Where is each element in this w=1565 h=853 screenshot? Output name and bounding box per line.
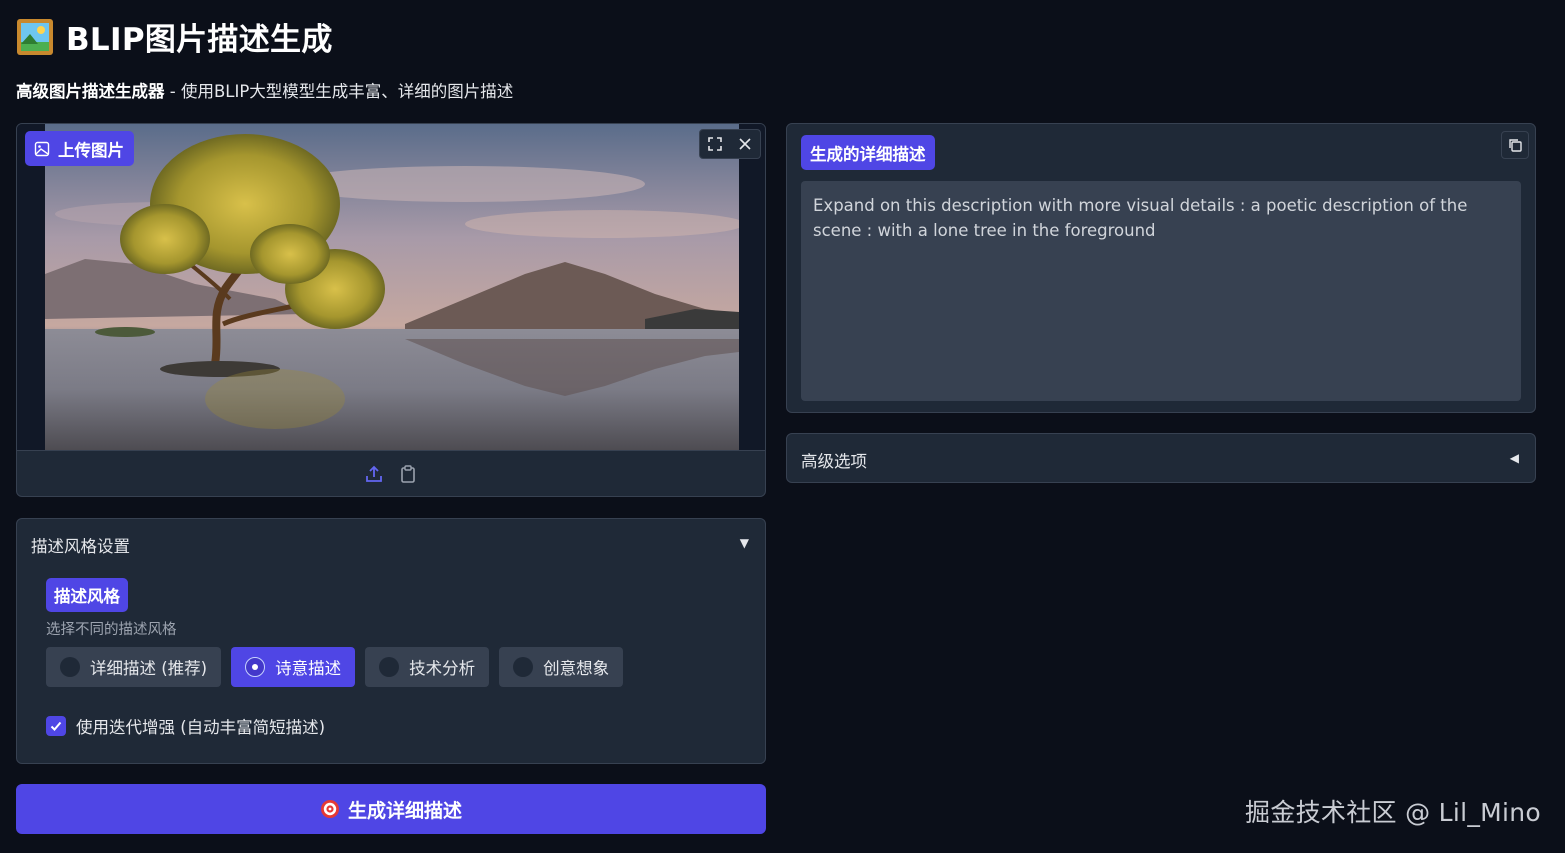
checkmark-icon	[50, 721, 62, 731]
image-source-toolbar	[17, 450, 765, 496]
iterative-enhance-label: 使用迭代增强 (自动丰富简短描述)	[76, 718, 326, 737]
description-output-textbox[interactable]: Expand on this description with more vis…	[801, 181, 1521, 401]
radio-circle-icon	[60, 657, 80, 677]
style-label-badge: 描述风格	[46, 578, 128, 612]
radio-option-poetic[interactable]: 诗意描述	[231, 647, 356, 687]
radio-label: 创意想象	[543, 659, 610, 678]
upload-image-label: 上传图片	[58, 140, 124, 160]
fullscreen-icon	[708, 137, 722, 151]
subtitle-bold: 高级图片描述生成器	[16, 82, 165, 101]
image-icon	[34, 141, 50, 156]
framed-picture-icon	[17, 18, 53, 55]
clear-image-button[interactable]	[730, 130, 760, 158]
radio-selected-icon	[245, 657, 266, 677]
subtitle-text: - 使用BLIP大型模型生成丰富、详细的图片描述	[164, 82, 514, 101]
iterative-enhance-checkbox-row[interactable]: 使用迭代增强 (自动丰富简短描述)	[46, 714, 325, 738]
uploaded-photo	[45, 124, 739, 450]
fullscreen-button[interactable]	[700, 130, 730, 158]
caret-left-icon[interactable]: ◀	[1510, 451, 1519, 465]
style-settings-accordion: 描述风格设置 ▼ 描述风格 选择不同的描述风格 详细描述 (推荐) 诗意描述 技…	[16, 518, 766, 764]
output-label-badge: 生成的详细描述	[801, 135, 935, 170]
iterative-enhance-checkbox[interactable]	[46, 716, 66, 736]
advanced-options-accordion[interactable]: 高级选项 ◀	[786, 433, 1536, 483]
app-header: BLIP图片描述生成	[16, 14, 333, 59]
radio-circle-icon	[379, 657, 400, 677]
radio-option-creative[interactable]: 创意想象	[499, 647, 624, 687]
upload-icon[interactable]	[364, 464, 384, 484]
output-panel: 生成的详细描述 Expand on this description with …	[786, 123, 1536, 413]
upload-image-badge: 上传图片	[25, 131, 134, 166]
style-settings-title[interactable]: 描述风格设置	[31, 533, 130, 557]
copy-button[interactable]	[1501, 131, 1529, 159]
advanced-options-title[interactable]: 高级选项	[801, 448, 867, 472]
page-subtitle: 高级图片描述生成器 - 使用BLIP大型模型生成丰富、详细的图片描述	[16, 78, 513, 102]
radio-label: 诗意描述	[275, 659, 342, 678]
page-title: BLIP图片描述生成	[66, 22, 333, 58]
radio-circle-icon	[513, 657, 534, 677]
watermark: 掘金技术社区 @ Lil_Mino	[1245, 798, 1541, 827]
radio-label: 详细描述 (推荐)	[90, 659, 208, 678]
generate-button-label: 生成详细描述	[347, 799, 462, 822]
radio-option-technical[interactable]: 技术分析	[365, 647, 490, 687]
caret-down-icon[interactable]: ▼	[740, 536, 749, 550]
target-icon	[320, 800, 339, 818]
close-icon	[739, 138, 751, 150]
copy-icon	[1509, 139, 1522, 152]
generate-description-button[interactable]: 生成详细描述	[16, 784, 766, 834]
radio-option-detailed[interactable]: 详细描述 (推荐)	[46, 647, 222, 687]
style-info: 选择不同的描述风格	[46, 622, 177, 638]
image-preview-area[interactable]: 上传图片	[17, 124, 765, 450]
radio-label: 技术分析	[409, 659, 476, 678]
image-toolbar	[699, 129, 761, 159]
image-upload-panel[interactable]: 上传图片	[16, 123, 766, 497]
style-radio-group: 详细描述 (推荐) 诗意描述 技术分析 创意想象	[46, 647, 624, 687]
clipboard-icon[interactable]	[398, 464, 418, 484]
